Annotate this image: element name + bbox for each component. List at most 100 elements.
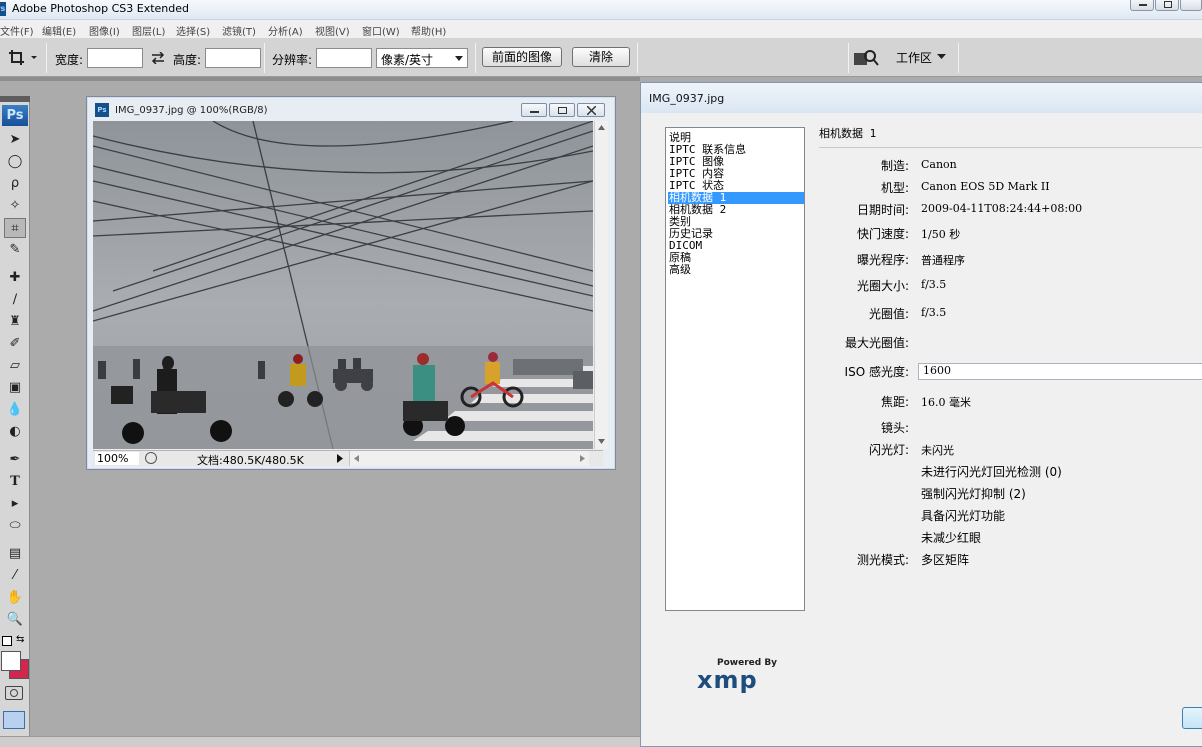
field-label: 光圈大小: [856, 279, 909, 293]
horizontal-scrollbar[interactable] [349, 451, 589, 466]
resolution-label: 分辨率: [272, 53, 313, 67]
hand-tool-icon[interactable]: ✋ [4, 588, 26, 608]
magic-wand-tool-icon[interactable]: ✧ [4, 196, 26, 216]
photoshop-logo[interactable]: Ps [2, 105, 28, 126]
clone-stamp-tool-icon[interactable]: ♜ [4, 312, 26, 332]
history-brush-tool-icon[interactable]: ✐ [4, 334, 26, 354]
marquee-tool-icon[interactable]: ◯ [4, 152, 26, 172]
toolbox-grip [0, 96, 30, 102]
width-input[interactable] [87, 48, 143, 68]
flash-detail: 具备闪光灯功能 [921, 509, 1006, 523]
menu-analysis[interactable]: 分析(A) [268, 23, 303, 38]
zoom-field[interactable]: 100% [95, 452, 139, 465]
notes-tool-icon[interactable]: ▤ [4, 544, 26, 564]
field-label: 光圈值: [868, 307, 909, 321]
separator [475, 43, 476, 73]
foreground-color-swatch[interactable] [1, 651, 21, 671]
iso-value-field[interactable] [918, 363, 1202, 380]
height-label: 高度: [173, 53, 202, 67]
menu-filter[interactable]: 滤镜(T) [222, 23, 256, 38]
document-window[interactable]: Ps IMG_0937.jpg @ 100%(RGB/8) 100% 文档:48… [86, 96, 616, 470]
clear-button[interactable]: 清除 [572, 47, 630, 67]
bridge-icon[interactable] [853, 48, 879, 68]
menu-image[interactable]: 图像(I) [89, 23, 120, 38]
eyedropper-tool-icon[interactable]: ⁄ [4, 566, 26, 586]
metering-value: 多区矩阵 [921, 553, 970, 567]
title-bar: Ps Adobe Photoshop CS3 Extended [0, 0, 1202, 20]
foggy-street-photo [93, 121, 593, 449]
move-tool-icon[interactable]: ➤ [4, 130, 26, 150]
brush-tool-icon[interactable]: ∕ [4, 290, 26, 310]
type-tool-icon[interactable]: T [4, 472, 26, 492]
zoom-tool-icon[interactable]: 🔍 [4, 610, 26, 630]
slice-tool-icon[interactable]: ✎ [4, 240, 26, 260]
field-value: 未闪光 [921, 444, 954, 457]
screen-mode-icon[interactable] [3, 711, 25, 729]
menu-window[interactable]: 窗口(W) [362, 23, 400, 38]
shape-tool-icon[interactable]: ⬭ [4, 516, 26, 536]
menu-view[interactable]: 视图(V) [315, 23, 350, 38]
field-value: 1600 [923, 364, 951, 377]
file-info-dialog[interactable]: IMG_0937.jpg 说明 IPTC 联系信息 IPTC 图像 IPTC 内容 IP… [640, 82, 1202, 747]
resolution-input[interactable] [316, 48, 372, 68]
status-menu-arrow-icon[interactable] [337, 454, 343, 463]
camera-data-fields: 制造: Canon 机型: Canon EOS 5D Mark II 日期时间: 2009… [641, 83, 1202, 583]
app-title: Adobe Photoshop CS3 Extended [12, 2, 189, 15]
bottom-status-strip [0, 736, 640, 747]
panel-well [0, 77, 640, 81]
separator [848, 43, 849, 73]
swap-colors-icon[interactable]: ⇆ [16, 634, 24, 645]
quick-mask-icon[interactable] [5, 686, 23, 700]
doc-close-button[interactable] [577, 103, 605, 117]
separator [264, 43, 265, 73]
restore-button[interactable] [1155, 0, 1179, 11]
menu-edit[interactable]: 编辑(E) [42, 23, 76, 38]
separator [46, 43, 47, 73]
menu-select[interactable]: 选择(S) [176, 23, 210, 38]
field-label: 制造: [880, 159, 909, 173]
document-canvas[interactable] [93, 121, 593, 449]
path-selection-tool-icon[interactable]: ▸ [4, 494, 26, 514]
gradient-tool-icon[interactable]: ▣ [4, 378, 26, 398]
resolution-unit-select[interactable]: 像素/英寸 [376, 48, 468, 68]
ok-button[interactable] [1182, 707, 1202, 729]
flash-detail: 未减少红眼 [921, 531, 982, 545]
field-value: Canon [921, 158, 957, 171]
scroll-right-icon[interactable] [580, 455, 585, 462]
xmp-logo: Powered By xmp [697, 658, 777, 692]
crop-tool-preset-picker[interactable] [8, 48, 38, 68]
minimize-button[interactable] [1130, 0, 1154, 11]
scroll-left-icon[interactable] [354, 455, 359, 462]
field-value: 16.0 毫米 [921, 396, 971, 409]
crop-tool-icon[interactable]: ⌗ [4, 218, 26, 238]
dodge-tool-icon[interactable]: ◐ [4, 422, 26, 442]
default-colors-icon[interactable] [2, 636, 12, 646]
pen-tool-icon[interactable]: ✒ [4, 450, 26, 470]
workspace-menu[interactable]: 工作区 [890, 47, 952, 67]
field-value: Canon EOS 5D Mark II [921, 180, 1050, 193]
doc-minimize-button[interactable] [521, 103, 547, 117]
vertical-scrollbar[interactable] [594, 121, 608, 449]
photoshop-app-icon: Ps [0, 2, 6, 16]
close-button[interactable] [1180, 0, 1202, 11]
photoshop-doc-icon: Ps [95, 103, 109, 117]
scroll-down-icon[interactable] [598, 439, 605, 444]
field-value: 1/50 秒 [921, 228, 961, 241]
menu-help[interactable]: 帮助(H) [411, 23, 446, 38]
healing-brush-tool-icon[interactable]: ✚ [4, 268, 26, 288]
field-label: 快门速度: [856, 227, 909, 241]
lasso-tool-icon[interactable]: ρ [4, 174, 26, 194]
flash-detail: 强制闪光灯抑制 (2) [921, 487, 1026, 501]
status-info-icon[interactable] [145, 452, 157, 464]
height-input[interactable] [205, 48, 261, 68]
scroll-up-icon[interactable] [598, 125, 605, 130]
width-label: 宽度: [55, 53, 84, 67]
front-image-button[interactable]: 前面的图像 [482, 47, 562, 67]
doc-restore-button[interactable] [549, 103, 575, 117]
toolbox: Ps ➤ ◯ ρ ✧ ⌗ ✎ ✚ ∕ ♜ ✐ ▱ ▣ 💧 ◐ ✒ T ▸ ⬭ ▤… [0, 96, 30, 736]
menu-file[interactable]: 文件(F) [0, 23, 34, 38]
swap-arrows-icon[interactable] [150, 52, 166, 64]
blur-tool-icon[interactable]: 💧 [4, 400, 26, 420]
eraser-tool-icon[interactable]: ▱ [4, 356, 26, 376]
menu-layer[interactable]: 图层(L) [132, 23, 165, 38]
